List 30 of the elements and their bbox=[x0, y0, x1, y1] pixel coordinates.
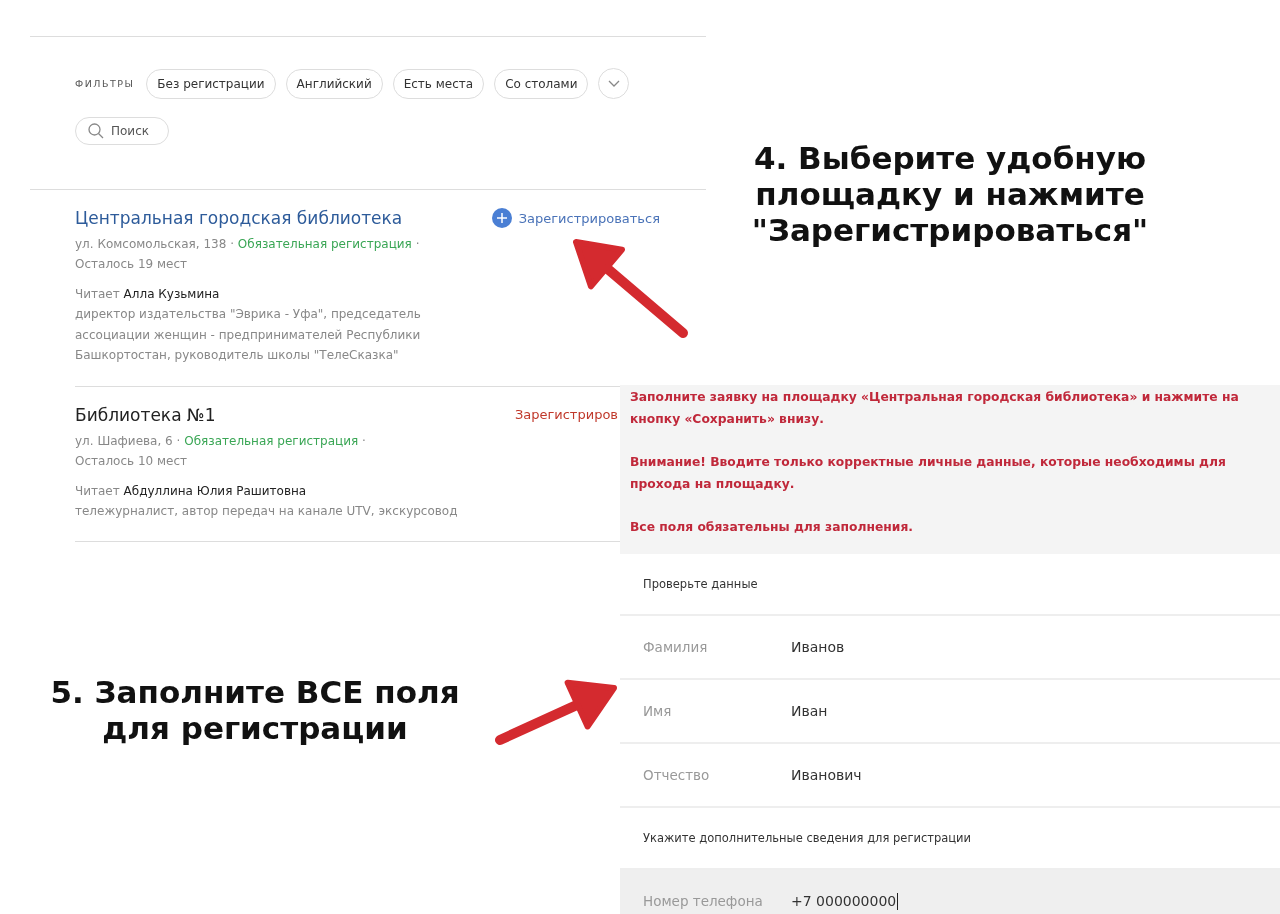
chevron-down-icon bbox=[607, 80, 620, 87]
form-field[interactable]: Отчество Иванович bbox=[620, 744, 1280, 808]
filter-chip[interactable]: Есть места bbox=[392, 68, 485, 99]
expand-button[interactable] bbox=[598, 68, 630, 99]
reader-bio: тележурналист, автор передач на канале UTV, экскурсовод bbox=[75, 502, 459, 520]
reader-bio: директор издательства "Эврика - Уфа", председатель ассоциации женщин - предпринимателей Республики Башкортостан, руководитель школы "ТелеСказка" bbox=[75, 306, 422, 364]
form-field[interactable]: Имя Иван bbox=[620, 680, 1280, 744]
reader-line: Читает Алла Кузьмина bbox=[75, 286, 220, 303]
venue-title[interactable]: Центральная городская библиотека bbox=[75, 208, 403, 228]
plus-icon bbox=[491, 208, 512, 228]
venue-details: ул. Комсомольская, 138 · Обязательная регистрация · Осталось 19 мест bbox=[75, 236, 421, 273]
filters-label: ФИЛЬТРЫ bbox=[75, 78, 135, 89]
form-field[interactable]: Фамилия Иванов bbox=[620, 616, 1280, 680]
notice-text: Внимание! Вводите только корректные личные данные, которые необходимы для прохода на площадку. bbox=[630, 454, 1227, 493]
register-link[interactable]: Зарегистрироваться bbox=[491, 208, 660, 228]
venue-title[interactable]: Библиотека №1 bbox=[75, 404, 216, 425]
filter-chip[interactable]: Без регистрации bbox=[146, 68, 276, 99]
reader-line: Читает Абдуллина Юлия Рашитовна bbox=[75, 482, 307, 500]
venue-details: ул. Шафиева, 6 · Обязательная регистрация · Осталось 10 мест bbox=[75, 432, 367, 470]
filter-chip[interactable]: Английский bbox=[285, 68, 383, 99]
section-heading: Укажите дополнительные сведения для регистрации bbox=[643, 831, 972, 845]
register-link[interactable]: Зарегистриров bbox=[514, 407, 618, 422]
instruction-caption: 4. Выберите удобную площадку и нажмите "Зарегистрироваться" bbox=[750, 140, 1150, 248]
form-field[interactable]: Номер телефона +7 000000000 bbox=[620, 870, 1280, 914]
search-icon bbox=[88, 123, 104, 139]
filter-chip[interactable]: Со столами bbox=[494, 68, 589, 99]
instruction-caption: 5. Заполните ВСЕ поля для регистрации bbox=[49, 674, 461, 746]
section-heading: Проверьте данные bbox=[643, 577, 758, 591]
notice-text: Заполните заявку на площадку «Центральная городская библиотека» и нажмите на кнопку «Сохранить» внизу. bbox=[630, 389, 1240, 428]
notice-text: Все поля обязательны для заполнения. bbox=[630, 519, 914, 536]
